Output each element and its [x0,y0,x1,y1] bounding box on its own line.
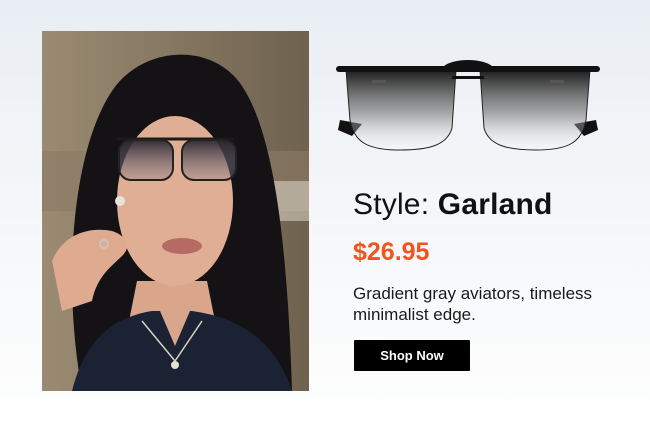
style-name: Garland [437,188,553,221]
sunglasses-product-image [332,58,604,158]
product-description: Gradient gray aviators, timeless minimal… [353,284,593,324]
style-prefix: Style: [353,188,430,221]
product-style-title: Style: Garland [353,188,553,222]
product-price: $26.95 [353,238,430,266]
model-photo [42,31,309,391]
shop-now-button[interactable]: Shop Now [354,340,470,371]
